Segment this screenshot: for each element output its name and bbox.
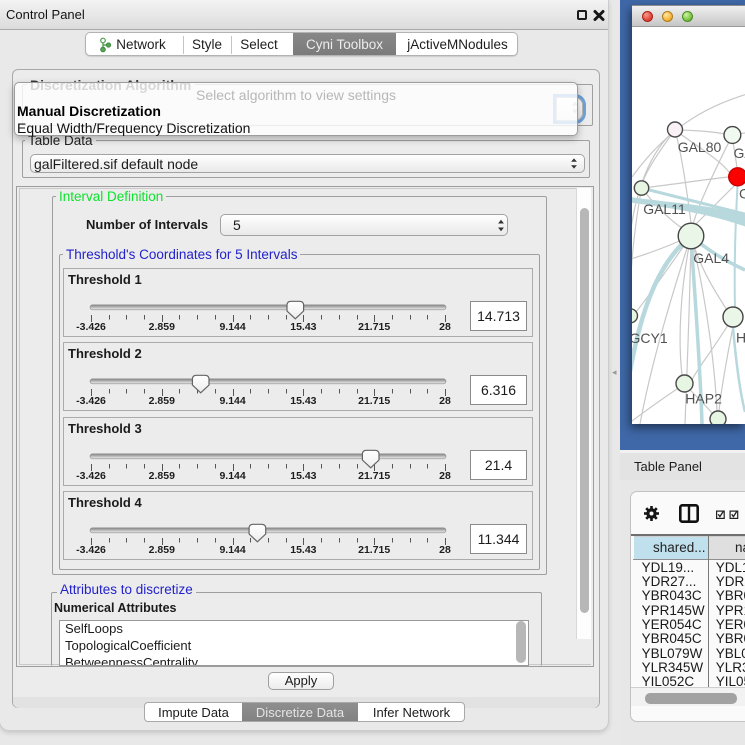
svg-text:CY: CY	[739, 186, 745, 202]
svg-text:GA: GA	[734, 145, 745, 161]
svg-text:GCY1: GCY1	[632, 330, 668, 346]
svg-text:GAL80: GAL80	[678, 139, 722, 155]
svg-text:GAL11: GAL11	[643, 201, 686, 217]
svg-text:GAL4: GAL4	[693, 250, 729, 266]
svg-text:H: H	[736, 330, 745, 346]
svg-text:HAP2: HAP2	[685, 391, 722, 407]
